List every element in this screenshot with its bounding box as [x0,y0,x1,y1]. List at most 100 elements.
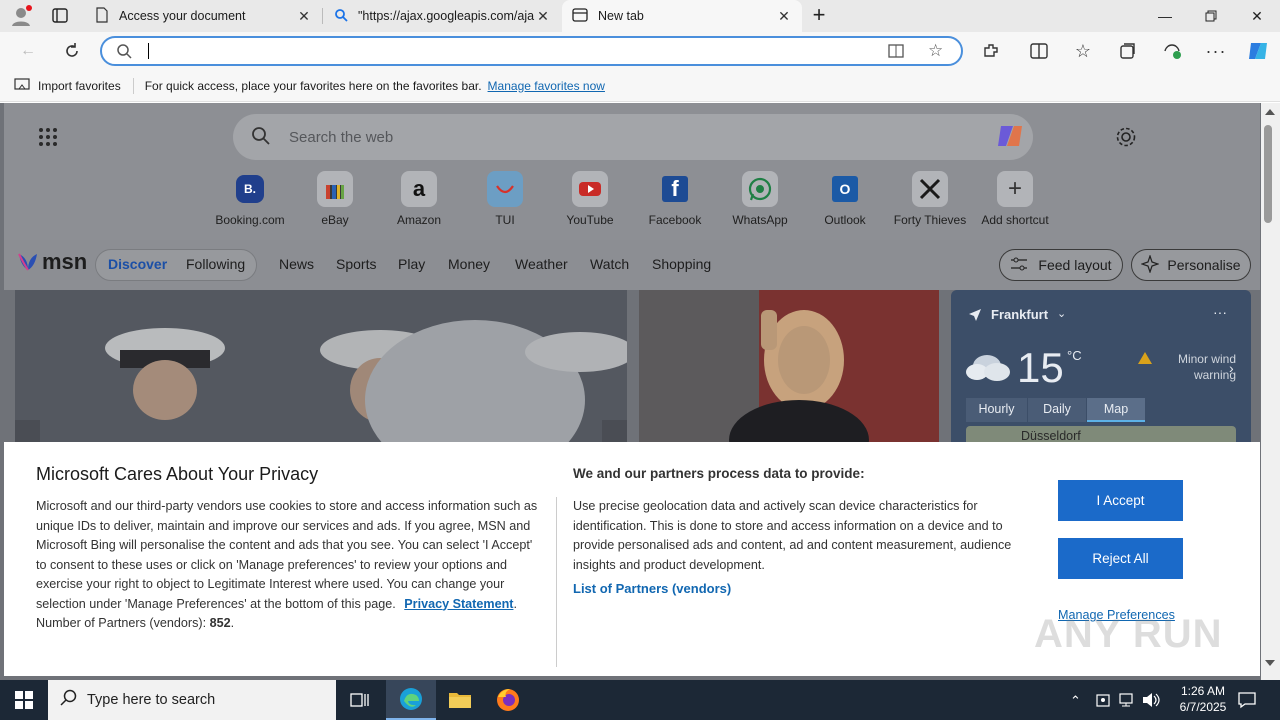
tui-icon [487,171,523,207]
taskbar-search-box[interactable]: Type here to search [48,680,336,720]
weather-card[interactable]: Frankfurt ⌄ ··· 15 °C Minor wind warning… [951,290,1251,450]
page-settings-icon[interactable] [1115,126,1137,151]
purposes-body: Use precise geolocation data and activel… [573,499,1012,572]
shortcut-tui[interactable]: TUI [463,171,547,227]
browser-toolbar: ← ☆ ☆ ··· [0,32,1280,70]
start-button[interactable] [0,680,48,720]
minimize-button[interactable]: — [1142,0,1188,32]
personalise-button[interactable]: Personalise [1131,249,1251,281]
scrollbar-thumb[interactable] [1264,125,1272,223]
page-scrollbar[interactable] [1261,103,1280,680]
import-favorites-button[interactable]: Import favorites [38,79,121,93]
outlook-icon: O [832,176,858,202]
shortcut-whatsapp[interactable]: WhatsApp [718,171,802,227]
nav-sports[interactable]: Sports [336,256,376,272]
security-icon[interactable] [1096,692,1110,711]
close-window-button[interactable]: ✕ [1234,0,1280,32]
shortcut-youtube[interactable]: YouTube [548,171,632,227]
msn-butterfly-icon [18,253,37,271]
nav-watch[interactable]: Watch [590,256,629,272]
nav-money[interactable]: Money [448,256,490,272]
news-card-large[interactable] [15,290,627,450]
copilot-icon[interactable] [995,122,1025,153]
profile-avatar[interactable] [8,4,34,28]
new-tab-button[interactable]: + [808,4,830,27]
tab-discover[interactable]: Discover [108,256,167,272]
web-search-box[interactable]: Search the web [233,114,1033,160]
extensions-icon[interactable] [976,36,1006,66]
app-launcher-icon[interactable] [38,127,58,150]
favorites-icon[interactable]: ☆ [1068,36,1098,66]
windows-taskbar: Type here to search ⌃ 1:26 AM 6/7/2025 [0,680,1280,720]
chevron-right-icon[interactable]: › [1229,360,1234,376]
address-input[interactable] [148,43,149,59]
scroll-down-arrow[interactable] [1265,660,1275,666]
close-tab-icon[interactable]: ✕ [296,8,312,25]
tab-googleapis[interactable]: "https://ajax.googleapis.com/aja ✕ [324,0,561,32]
clock[interactable]: 1:26 AM 6/7/2025 [1172,683,1234,715]
volume-icon[interactable] [1142,692,1160,711]
more-menu-icon[interactable]: ··· [1201,36,1231,66]
immersive-reader-icon[interactable] [888,43,906,62]
weather-location[interactable]: Frankfurt [991,307,1048,322]
nav-shopping[interactable]: Shopping [652,256,711,272]
nav-news[interactable]: News [279,256,314,272]
shortcut-amazon[interactable]: a Amazon [377,171,461,227]
privacy-title: Microsoft Cares About Your Privacy [36,464,319,484]
taskbar-search-input[interactable]: Type here to search [87,692,215,708]
browser-essentials-icon[interactable] [1157,36,1187,66]
copilot-icon[interactable] [1243,36,1273,66]
notifications-icon[interactable] [1238,691,1256,712]
shortcut-label: Outlook [824,213,866,227]
split-screen-icon[interactable] [1024,36,1054,66]
back-button[interactable]: ← [13,36,43,66]
reject-all-button[interactable]: Reject All [1058,538,1183,579]
network-icon[interactable] [1118,692,1136,711]
restore-button[interactable] [1188,0,1234,32]
privacy-statement-link[interactable]: Privacy Statement [404,597,513,611]
manage-favorites-link[interactable]: Manage favorites now [488,79,605,93]
favorite-star-icon[interactable]: ☆ [928,41,943,61]
favorites-message: For quick access, place your favorites h… [144,78,482,93]
search-icon [251,126,271,149]
task-view-button[interactable] [336,680,384,720]
show-hidden-icons[interactable]: ⌃ [1070,693,1081,709]
refresh-button[interactable] [57,36,87,66]
news-card-medium[interactable] [639,290,939,450]
tab-following[interactable]: Following [186,256,245,272]
tab-actions-icon[interactable] [50,7,70,25]
address-bar[interactable]: ☆ [100,36,963,66]
weather-alert[interactable]: Minor wind warning [1156,351,1236,383]
taskbar-firefox[interactable] [484,680,532,720]
shortcut-booking[interactable]: B. Booking.com [208,171,292,227]
feed-layout-button[interactable]: Feed layout [999,249,1123,281]
accept-button[interactable]: I Accept [1058,480,1183,521]
warning-icon [1137,351,1153,368]
taskbar-edge[interactable] [386,680,436,720]
nav-play[interactable]: Play [398,256,425,272]
tab-new-tab[interactable]: New tab ✕ [562,0,802,32]
nav-weather[interactable]: Weather [515,256,568,272]
weather-tab-map[interactable]: Map [1087,398,1145,422]
chevron-down-icon[interactable]: ⌄ [1057,307,1066,320]
taskbar-file-explorer[interactable] [436,680,484,720]
shortcut-forty-thieves[interactable]: Forty Thieves [888,171,972,227]
shortcut-facebook[interactable]: f Facebook [633,171,717,227]
collections-icon[interactable] [1113,36,1143,66]
shortcut-outlook[interactable]: O Outlook [803,171,887,227]
sliders-icon [1010,257,1028,274]
close-tab-icon[interactable]: ✕ [535,8,551,25]
close-tab-icon[interactable]: ✕ [776,8,792,25]
anyrun-watermark: ANY RUN [1034,612,1223,656]
tab-access-document[interactable]: Access your document ✕ [85,0,322,32]
scroll-up-arrow[interactable] [1265,109,1275,115]
msn-logo[interactable]: msn [16,249,87,275]
import-favorites-icon[interactable] [14,77,30,94]
web-search-input[interactable]: Search the web [289,129,995,146]
more-options-icon[interactable]: ··· [1213,304,1227,320]
partners-list-link[interactable]: List of Partners (vendors) [573,581,731,596]
add-shortcut-button[interactable]: + Add shortcut [973,171,1057,227]
weather-tab-daily[interactable]: Daily [1028,398,1086,422]
shortcut-ebay[interactable]: eBay [293,171,377,227]
weather-tab-hourly[interactable]: Hourly [966,398,1027,422]
